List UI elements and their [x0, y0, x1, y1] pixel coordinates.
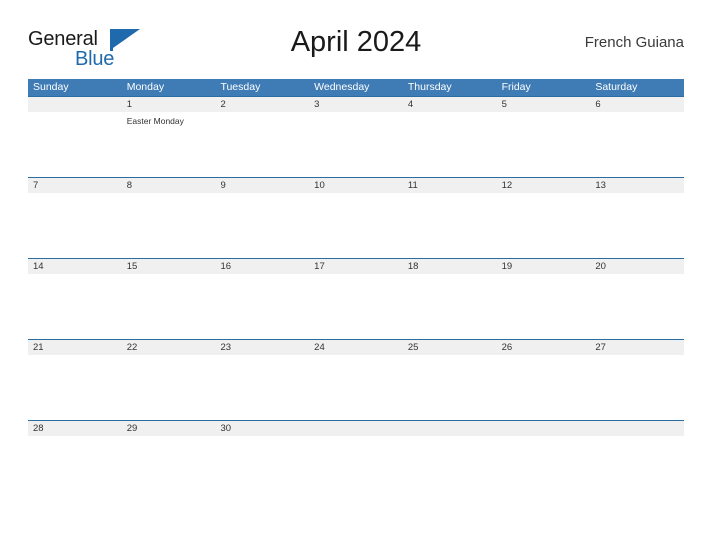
day-number[interactable]: 30	[215, 421, 309, 436]
day-number[interactable]: 11	[403, 178, 497, 193]
day-cell[interactable]	[590, 193, 684, 257]
day-cell[interactable]	[497, 112, 591, 176]
day-cell[interactable]	[28, 436, 122, 500]
day-number[interactable]	[309, 421, 403, 436]
week-event-band	[28, 274, 684, 338]
day-number[interactable]: 9	[215, 178, 309, 193]
day-cell[interactable]	[28, 193, 122, 257]
weekday-header-monday: Monday	[126, 81, 165, 93]
day-number[interactable]: 1	[122, 97, 216, 112]
weekday-header-thursday: Thursday	[407, 81, 452, 93]
calendar-week-row: 21 22 23 24 25 26 27	[28, 339, 684, 420]
week-date-band: 21 22 23 24 25 26 27	[28, 340, 684, 355]
day-cell[interactable]	[590, 112, 684, 176]
day-number[interactable]: 12	[497, 178, 591, 193]
day-cell[interactable]	[122, 274, 216, 338]
day-cell[interactable]	[309, 355, 403, 419]
day-cell[interactable]	[497, 436, 591, 500]
day-cell[interactable]	[590, 274, 684, 338]
day-cell[interactable]	[122, 355, 216, 419]
day-cell[interactable]	[28, 355, 122, 419]
day-number[interactable]: 26	[497, 340, 591, 355]
day-cell[interactable]	[122, 193, 216, 257]
week-date-band: 7 8 9 10 11 12 13	[28, 178, 684, 193]
day-number[interactable]: 28	[28, 421, 122, 436]
day-cell[interactable]	[215, 436, 309, 500]
day-cell[interactable]	[403, 355, 497, 419]
day-number[interactable]: 29	[122, 421, 216, 436]
day-number[interactable]: 15	[122, 259, 216, 274]
page-header: General Blue April 2024 French Guiana	[28, 22, 684, 74]
day-number[interactable]: 5	[497, 97, 591, 112]
day-cell[interactable]	[122, 436, 216, 500]
day-number[interactable]: 21	[28, 340, 122, 355]
day-number[interactable]: 24	[309, 340, 403, 355]
day-cell[interactable]	[215, 355, 309, 419]
calendar-week-row: 7 8 9 10 11 12 13	[28, 177, 684, 258]
day-number[interactable]: 4	[403, 97, 497, 112]
day-cell[interactable]	[590, 355, 684, 419]
day-number[interactable]: 19	[497, 259, 591, 274]
week-event-band	[28, 436, 684, 500]
day-number[interactable]: 2	[215, 97, 309, 112]
day-cell[interactable]	[403, 112, 497, 176]
day-cell[interactable]	[215, 193, 309, 257]
weekday-header-sunday: Sunday	[33, 81, 69, 93]
week-date-band: 14 15 16 17 18 19 20	[28, 259, 684, 274]
day-cell[interactable]	[497, 193, 591, 257]
weekday-header-tuesday: Tuesday	[220, 81, 261, 93]
calendar-grid: Sunday Monday Tuesday Wednesday Thursday…	[28, 79, 684, 501]
day-number[interactable]: 13	[590, 178, 684, 193]
day-number[interactable]: 7	[28, 178, 122, 193]
weekday-header-wednesday: Wednesday	[314, 81, 370, 93]
calendar-page: General Blue April 2024 French Guiana Su…	[0, 0, 712, 550]
calendar-week-row: 28 29 30	[28, 420, 684, 501]
locale-label: French Guiana	[584, 34, 684, 51]
weekday-header-friday: Friday	[501, 81, 531, 93]
event-label: Easter Monday	[126, 116, 184, 126]
calendar-week-row: 14 15 16 17 18 19 20	[28, 258, 684, 339]
day-number[interactable]: 8	[122, 178, 216, 193]
day-cell[interactable]	[215, 112, 309, 176]
day-number[interactable]: 27	[590, 340, 684, 355]
day-number[interactable]: 10	[309, 178, 403, 193]
day-number[interactable]: 17	[309, 259, 403, 274]
day-cell[interactable]	[403, 274, 497, 338]
day-number[interactable]: 20	[590, 259, 684, 274]
day-cell[interactable]	[497, 355, 591, 419]
day-cell[interactable]	[215, 274, 309, 338]
day-cell[interactable]	[309, 193, 403, 257]
day-number[interactable]: 25	[403, 340, 497, 355]
day-cell[interactable]	[590, 436, 684, 500]
day-number[interactable]	[497, 421, 591, 436]
week-event-band	[28, 193, 684, 257]
weekday-header-row: Sunday Monday Tuesday Wednesday Thursday…	[28, 79, 684, 96]
week-date-band: 28 29 30	[28, 421, 684, 436]
day-cell[interactable]: Easter Monday	[122, 112, 216, 176]
day-number[interactable]: 18	[403, 259, 497, 274]
day-number[interactable]: 22	[122, 340, 216, 355]
day-cell[interactable]	[403, 193, 497, 257]
week-date-band: 1 2 3 4 5 6	[28, 97, 684, 112]
day-number[interactable]: 3	[309, 97, 403, 112]
day-cell[interactable]	[309, 112, 403, 176]
day-number[interactable]: 14	[28, 259, 122, 274]
day-number[interactable]	[590, 421, 684, 436]
calendar-week-row: 1 2 3 4 5 6 Easter Monday	[28, 96, 684, 177]
week-event-band: Easter Monday	[28, 112, 684, 176]
day-number[interactable]: 16	[215, 259, 309, 274]
weekday-header-saturday: Saturday	[595, 81, 638, 93]
day-cell[interactable]	[403, 436, 497, 500]
day-cell[interactable]	[309, 436, 403, 500]
day-cell[interactable]	[497, 274, 591, 338]
day-cell[interactable]	[28, 274, 122, 338]
day-number[interactable]	[28, 97, 122, 112]
day-number[interactable]	[403, 421, 497, 436]
day-number[interactable]: 6	[590, 97, 684, 112]
week-event-band	[28, 355, 684, 419]
day-cell[interactable]	[28, 112, 122, 176]
day-cell[interactable]	[309, 274, 403, 338]
day-number[interactable]: 23	[215, 340, 309, 355]
